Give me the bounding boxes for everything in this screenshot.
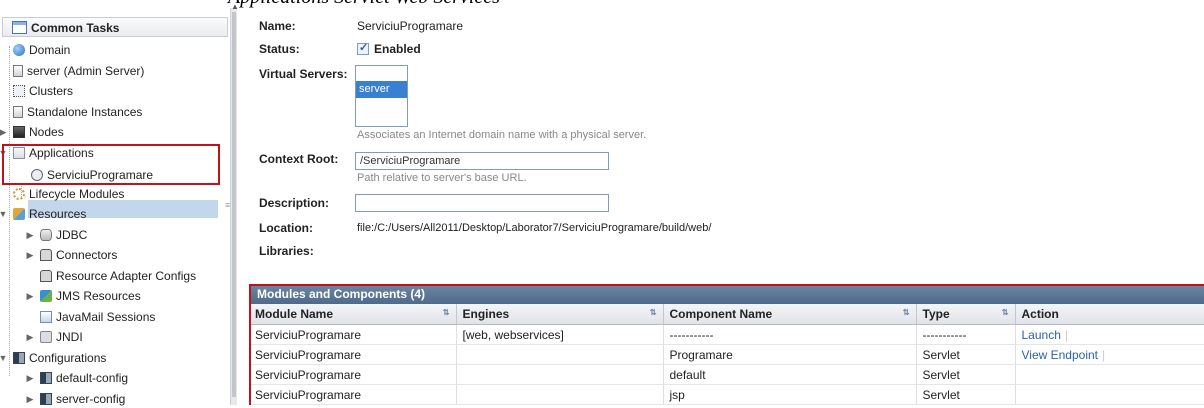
- enabled-checkbox[interactable]: [357, 41, 369, 55]
- tree-item-configurations[interactable]: ▼ Configurations: [0, 349, 106, 367]
- location-value: file:/C:/Users/All2011/Desktop/Laborator…: [357, 222, 712, 234]
- tree-item-nodes[interactable]: ▶ Nodes: [0, 123, 64, 141]
- scroll-up-arrow-icon[interactable]: ▲: [231, 2, 239, 11]
- tree-item-lifecycle-modules[interactable]: Lifecycle Modules: [13, 185, 124, 203]
- tree-item-javamail-sessions[interactable]: JavaMail Sessions: [40, 308, 155, 326]
- connector-icon: [40, 270, 52, 282]
- location-label: Location:: [259, 221, 313, 235]
- tree-item-server-config[interactable]: ▶ server-config: [27, 390, 126, 408]
- context-root-input[interactable]: [355, 152, 609, 170]
- modules-components-table: Modules and Components (4) Module Name ⇅ …: [249, 284, 1204, 405]
- expand-arrow-icon[interactable]: ▶: [0, 123, 8, 141]
- tree-item-resources[interactable]: ▼ Resources: [0, 205, 86, 223]
- configuration-icon: [13, 352, 25, 364]
- globe-icon: [13, 44, 25, 56]
- virtual-servers-hint: Associates an Internet domain name with …: [357, 129, 647, 141]
- sidebar-scrollbar[interactable]: ▲: [230, 2, 239, 405]
- server-icon: [13, 106, 23, 118]
- tree-item-jndi[interactable]: ▶ JNDI: [27, 328, 83, 346]
- connector-icon: [40, 249, 52, 261]
- modules-highlight-box: [249, 284, 1204, 405]
- libraries-label: Libraries:: [259, 244, 314, 258]
- gear-icon: [13, 188, 25, 200]
- navigation-tree: Common Tasks Domain server (Admin Server…: [0, 8, 230, 408]
- context-root-hint: Path relative to server's base URL.: [357, 172, 527, 184]
- name-value: ServiciuProgramare: [357, 19, 464, 33]
- virtual-servers-label: Virtual Servers:: [259, 67, 348, 81]
- tree-item-server[interactable]: server (Admin Server): [13, 62, 144, 80]
- virtual-server-option[interactable]: server: [356, 81, 407, 98]
- expand-arrow-icon[interactable]: ▶: [25, 390, 35, 408]
- status-label: Status:: [259, 42, 300, 56]
- resources-icon: [13, 208, 25, 220]
- enabled-label: Enabled: [374, 42, 421, 56]
- jms-icon: [40, 290, 52, 302]
- tree-item-jdbc[interactable]: ▶ JDBC: [27, 226, 88, 244]
- virtual-servers-listbox[interactable]: server: [355, 65, 408, 127]
- expand-arrow-icon[interactable]: ▶: [25, 369, 35, 387]
- name-label: Name:: [259, 19, 296, 33]
- database-icon: [40, 229, 52, 241]
- server-icon: [13, 65, 23, 77]
- description-label: Description:: [259, 196, 330, 210]
- expand-arrow-icon[interactable]: ▶: [25, 226, 35, 244]
- tree-item-default-config[interactable]: ▶ default-config: [27, 369, 129, 387]
- jndi-icon: [40, 331, 52, 343]
- applications-highlight-box: [2, 144, 220, 185]
- caption-fragment: Applications Servlet Web Services: [0, 0, 1204, 8]
- cluster-icon: [13, 85, 25, 97]
- expand-arrow-icon[interactable]: ▶: [25, 246, 35, 264]
- tree-item-domain[interactable]: Domain: [13, 41, 70, 59]
- tree-item-standalone-instances[interactable]: Standalone Instances: [13, 103, 142, 121]
- tree-item-connectors[interactable]: ▶ Connectors: [27, 246, 118, 264]
- configuration-icon: [40, 393, 52, 405]
- nodes-icon: [13, 126, 25, 138]
- common-tasks-label: Common Tasks: [31, 21, 120, 35]
- configuration-icon: [40, 372, 52, 384]
- tree-item-clusters[interactable]: Clusters: [13, 82, 73, 100]
- mail-icon: [40, 311, 52, 323]
- expand-arrow-icon[interactable]: ▶: [25, 328, 35, 346]
- context-root-label: Context Root:: [259, 152, 339, 166]
- tree-item-jms-resources[interactable]: ▶ JMS Resources: [27, 287, 141, 305]
- collapse-arrow-icon[interactable]: ▼: [0, 205, 8, 223]
- table-icon: [12, 21, 27, 34]
- splitter-grip-icon[interactable]: ≡: [225, 200, 230, 210]
- description-input[interactable]: [355, 194, 609, 212]
- tree-item-resource-adapter-configs[interactable]: Resource Adapter Configs: [40, 267, 196, 285]
- scrollbar-thumb[interactable]: [232, 12, 236, 397]
- expand-arrow-icon[interactable]: ▶: [25, 287, 35, 305]
- common-tasks-header[interactable]: Common Tasks: [2, 17, 228, 37]
- tree-guide-line: [9, 46, 10, 376]
- collapse-arrow-icon[interactable]: ▼: [0, 349, 8, 367]
